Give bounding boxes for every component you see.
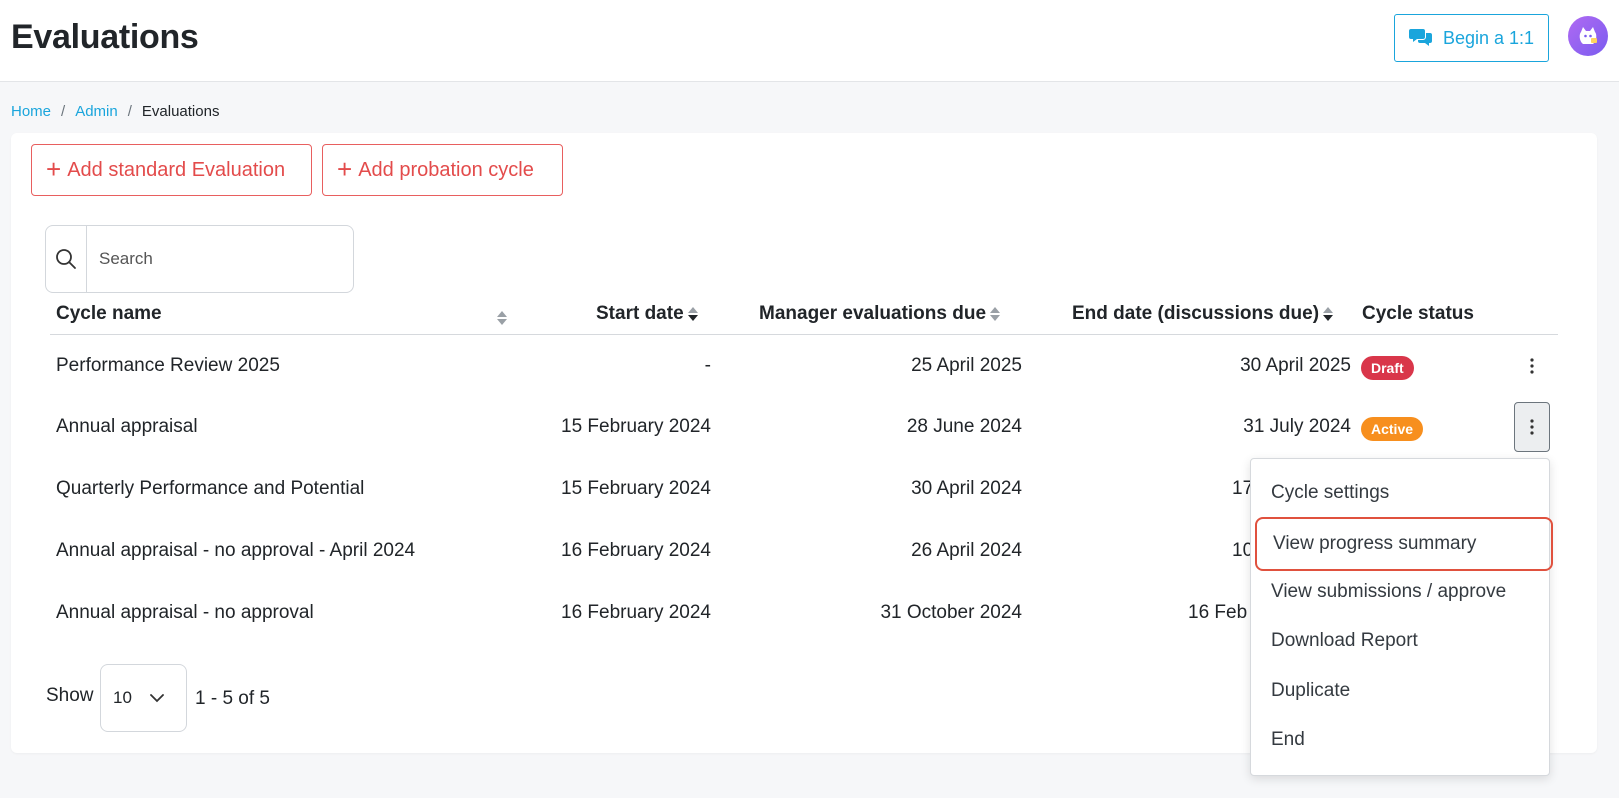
- cycle-name-cell[interactable]: Annual appraisal: [56, 416, 198, 438]
- sort-icon: [989, 305, 1001, 323]
- manager-due-cell: 25 April 2025: [911, 355, 1022, 376]
- page-size-value: 10: [113, 688, 132, 707]
- page-title: Evaluations: [11, 18, 199, 56]
- column-header-label: Manager evaluations due: [759, 303, 987, 324]
- plus-icon: +: [337, 154, 353, 184]
- manager-due-cell: 31 October 2024: [880, 602, 1022, 623]
- plus-icon: +: [46, 154, 62, 184]
- cycle-name-cell[interactable]: Annual appraisal - no approval: [56, 602, 314, 624]
- search-icon: [56, 249, 76, 269]
- column-header-label: Cycle name: [56, 303, 162, 324]
- show-label: Show: [46, 685, 94, 706]
- column-header-label: End date (discussions due): [1072, 303, 1320, 324]
- manager-due-cell: 30 April 2024: [911, 478, 1022, 499]
- end-date-cell: 16 Feb: [1188, 602, 1248, 623]
- search-input[interactable]: [87, 226, 353, 292]
- breadcrumb: Home / Admin / Evaluations: [11, 103, 219, 120]
- row-actions-button[interactable]: [1514, 341, 1550, 391]
- column-header-start-date[interactable]: Start date: [596, 303, 699, 325]
- manager-due-cell: 26 April 2024: [911, 540, 1022, 561]
- pagination-info: 1 - 5 of 5: [195, 688, 270, 709]
- start-date-cell: 15 February 2024: [561, 478, 711, 499]
- menu-item-duplicate[interactable]: Duplicate: [1251, 667, 1551, 715]
- status-badge: Draft: [1361, 356, 1414, 380]
- add-probation-cycle-button[interactable]: + Add probation cycle: [322, 144, 563, 196]
- chat-bubbles-icon: [1408, 29, 1432, 46]
- add-probation-cycle-label: Add probation cycle: [358, 158, 534, 181]
- start-date-cell: 16 February 2024: [561, 540, 711, 561]
- manager-due-cell: 28 June 2024: [906, 416, 1022, 437]
- begin-one-on-one-button[interactable]: Begin a 1:1: [1394, 14, 1549, 62]
- column-header-end-date[interactable]: End date (discussions due): [1072, 303, 1334, 325]
- add-standard-evaluation-button[interactable]: + Add standard Evaluation: [31, 144, 312, 196]
- status-badge: Active: [1361, 417, 1424, 441]
- start-date-cell: 15 February 2024: [561, 416, 711, 437]
- table-header-divider: [50, 334, 1558, 335]
- column-header-status: Cycle status: [1362, 303, 1474, 325]
- search-box: [45, 225, 354, 293]
- sort-icon[interactable]: [496, 309, 508, 327]
- menu-item-view-progress-summary[interactable]: View progress summary: [1255, 517, 1553, 571]
- page-size-select[interactable]: 10: [100, 664, 187, 732]
- menu-item-end[interactable]: End: [1251, 716, 1551, 764]
- begin-one-on-one-label: Begin a 1:1: [1442, 27, 1535, 48]
- column-header-label: Cycle status: [1362, 303, 1474, 324]
- add-standard-evaluation-label: Add standard Evaluation: [67, 158, 286, 181]
- column-header-label: Start date: [596, 303, 684, 324]
- breadcrumb-current: Evaluations: [141, 103, 220, 120]
- row-actions-button[interactable]: [1514, 402, 1550, 452]
- sort-icon: [687, 305, 699, 323]
- column-header-manager-due[interactable]: Manager evaluations due: [759, 303, 1001, 325]
- breadcrumb-admin[interactable]: Admin: [75, 103, 118, 120]
- sort-icon: [1322, 305, 1334, 323]
- start-date-cell: 16 February 2024: [561, 602, 711, 623]
- chevron-down-icon: [150, 693, 164, 702]
- cycle-name-cell[interactable]: Performance Review 2025: [56, 355, 280, 377]
- breadcrumb-separator: /: [61, 103, 66, 120]
- kebab-icon: [1530, 358, 1534, 374]
- avatar-icon: [1579, 27, 1597, 44]
- end-date-cell: 31 July 2024: [1243, 416, 1351, 437]
- start-date-cell: -: [704, 355, 711, 376]
- row-actions-menu: Cycle settings View progress summary Vie…: [1250, 458, 1553, 776]
- search-icon-cell: [46, 226, 87, 292]
- avatar[interactable]: [1568, 16, 1608, 56]
- menu-item-cycle-settings[interactable]: Cycle settings: [1251, 469, 1551, 517]
- cycle-name-cell[interactable]: Annual appraisal - no approval - April 2…: [56, 540, 415, 562]
- menu-item-view-submissions[interactable]: View submissions / approve: [1251, 568, 1551, 616]
- menu-item-download-report[interactable]: Download Report: [1251, 617, 1551, 665]
- top-bar: Evaluations Begin a 1:1: [0, 0, 1619, 82]
- kebab-icon: [1530, 419, 1534, 435]
- breadcrumb-home[interactable]: Home: [11, 103, 51, 120]
- breadcrumb-separator: /: [127, 103, 132, 120]
- end-date-cell: 30 April 2025: [1240, 355, 1351, 376]
- cycle-name-cell[interactable]: Quarterly Performance and Potential: [56, 478, 364, 500]
- column-header-cycle-name[interactable]: Cycle name: [56, 303, 162, 325]
